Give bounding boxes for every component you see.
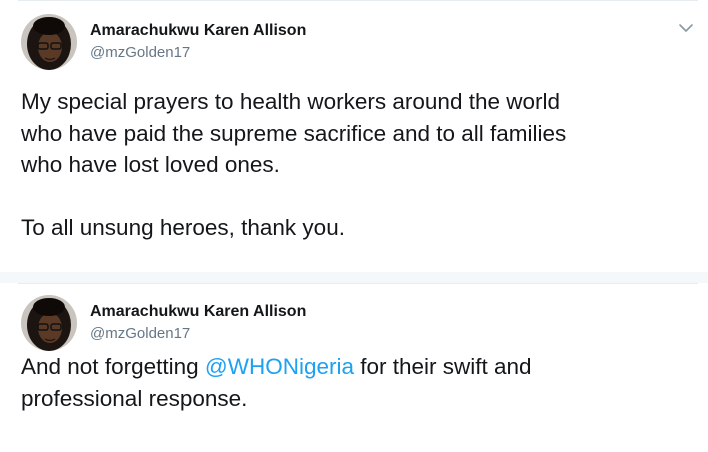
tweet-text-line: My special prayers to health workers aro… [21, 89, 561, 114]
author-handle[interactable]: @mzGolden17 [90, 325, 190, 342]
avatar[interactable] [21, 14, 77, 70]
mention-link[interactable]: @WHONigeria [205, 354, 354, 379]
tweet-separator [0, 272, 708, 283]
tweet[interactable]: Amarachukwu Karen Allison @mzGolden17 My… [0, 0, 708, 272]
tweet-text-line: professional response. [21, 386, 248, 411]
profile-photo-icon [21, 295, 77, 351]
tweet-text-line: who have paid the supreme sacrifice and … [21, 120, 567, 146]
tweet-text: And not forgetting @WHONigeria for their… [21, 351, 532, 415]
profile-photo-icon [21, 14, 77, 70]
divider [18, 283, 698, 284]
tweet[interactable]: Amarachukwu Karen Allison @mzGolden17 An… [0, 283, 708, 452]
tweet-text: My special prayers to health workers aro… [21, 86, 566, 244]
tweet-text-line: To all unsung heroes, thank you. [21, 215, 345, 240]
tweet-text-segment: for their swift and [354, 354, 532, 379]
chevron-down-icon[interactable] [676, 20, 696, 36]
tweet-text-line: And not forgetting @WHONigeria for their… [21, 351, 532, 383]
divider [18, 0, 698, 1]
author-name[interactable]: Amarachukwu Karen Allison [90, 303, 306, 321]
author-name[interactable]: Amarachukwu Karen Allison [90, 22, 306, 40]
avatar[interactable] [21, 295, 77, 351]
tweet-text-line: who have lost loved ones. [21, 152, 280, 177]
author-handle[interactable]: @mzGolden17 [90, 44, 190, 61]
tweet-text-segment: And not forgetting [21, 354, 205, 379]
